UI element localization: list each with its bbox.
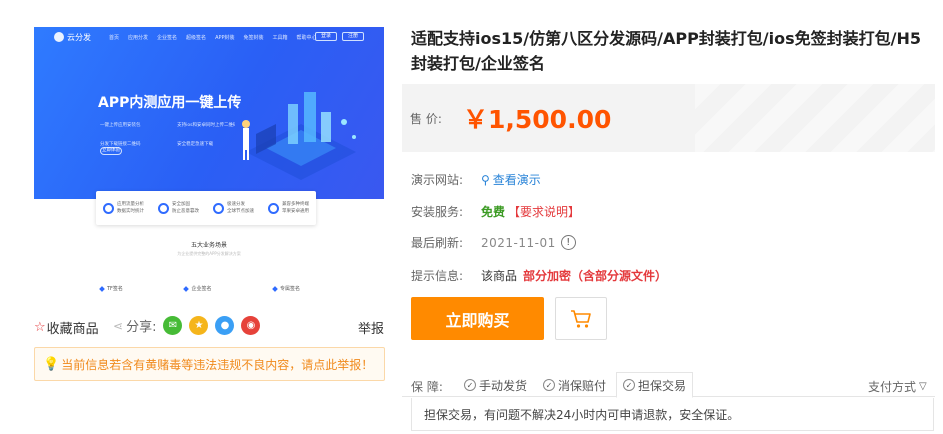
share-bar: ⋖ 分享: ✉ ★ ● ◉	[113, 316, 261, 335]
preview-card-sub: 数据实时统计	[117, 209, 144, 214]
guarantee-tag-label: 手动发货	[479, 378, 528, 393]
preview-feature: 一键上传应用安装包	[100, 123, 141, 128]
preview-card: 安全加固防止恶意篡改	[158, 201, 199, 215]
favorite-label: 收藏商品	[46, 322, 99, 337]
preview-nav-item: 企业签名	[157, 34, 178, 41]
preview-more-button: 立即体验	[100, 147, 122, 155]
install-value: 免费	[481, 205, 506, 219]
refresh-label: 最后刷新:	[411, 236, 464, 250]
star-icon: ☆	[34, 320, 46, 335]
report-link[interactable]: 举报	[358, 318, 384, 337]
favorite-button[interactable]: ☆ 收藏商品	[34, 318, 99, 337]
preview-nav-items: 首页 应用分发 企业签名 超级签名 APP封装 免签封装 工具箱 帮助中心	[109, 34, 326, 41]
hint-label: 提示信息:	[411, 269, 464, 283]
preview-brand: 云分发	[54, 32, 91, 43]
preview-login-button: 登录	[315, 32, 337, 41]
wechat-share-icon[interactable]: ✉	[163, 316, 183, 335]
preview-card-title: 极速分发	[227, 202, 245, 207]
hint-value: 部分加密（含部分源文件）	[523, 269, 668, 283]
preview-hero-title: APP内测应用一键上传	[98, 95, 242, 111]
price-value: ￥1,500.00	[463, 105, 612, 134]
preview-tab-label: 企业签名	[191, 286, 212, 292]
share-icon: ⋖	[113, 318, 124, 333]
product-title: 适配支持ios15/仿第八区分发源码/APP封装打包/ios免签封装打包/H5封…	[411, 29, 922, 73]
chevron-down-icon: ▽	[919, 381, 927, 392]
preview-hero-banner: 云分发 首页 应用分发 企业签名 超级签名 APP封装 免签封装 工具箱 帮助中…	[34, 27, 384, 199]
demo-row: 演示网站: ⚲ 查看演示	[411, 171, 541, 188]
guarantee-description: 担保交易，有问题不解决24小时内可申请退款，安全保证。	[411, 398, 934, 431]
preview-nav-item: 工具箱	[272, 34, 288, 41]
warning-text: 当前信息若含有黄赌毒等违法违规不良内容，请点此举报！	[61, 357, 374, 372]
weibo-share-icon[interactable]: ◉	[241, 316, 261, 335]
demo-link[interactable]: ⚲ 查看演示	[481, 171, 541, 188]
card-icon	[213, 202, 224, 214]
buy-now-button[interactable]: 立即购买	[411, 297, 544, 340]
preview-nav-item: 免签封装	[243, 34, 264, 41]
preview-card: 兼容多种终端 苹果安卓通用	[268, 201, 309, 215]
payment-method-label: 支付方式	[868, 380, 917, 394]
guarantee-tag-escrow[interactable]: ✓ 担保交易	[616, 372, 694, 398]
qq-share-icon[interactable]: ●	[215, 316, 235, 335]
preview-section-subtitle: 为企业提供完整的APP分发解决方案	[177, 251, 241, 256]
preview-nav-item: 首页	[109, 34, 120, 41]
lightbulb-icon: 💡	[43, 356, 60, 372]
refresh-row: 最后刷新: 2021-11-01 !	[411, 234, 576, 251]
brand-logo-icon	[54, 32, 64, 42]
preview-nav-item: 应用分发	[128, 34, 149, 41]
install-row: 安装服务: 免费 【要求说明】	[411, 203, 580, 220]
payment-method-dropdown[interactable]: 支付方式 ▽	[868, 378, 927, 395]
guarantee-tag-label: 消保赔付	[558, 378, 607, 393]
preview-register-button: 注册	[342, 32, 364, 41]
preview-tab: 专属签名	[272, 285, 300, 292]
guarantee-tag-label: 担保交易	[638, 378, 687, 393]
card-icon	[268, 202, 279, 214]
install-note-link[interactable]: 【要求说明】	[508, 203, 580, 220]
guarantee-label: 保 障:	[411, 380, 443, 394]
preview-nav-item: 超级签名	[186, 34, 207, 41]
preview-card-sub: 苹果安卓通用	[282, 209, 309, 214]
preview-feature-cards: 应用流量分析 数据实时统计 安全加固防止恶意篡改 极速分发全球节点加速 兼容多种终…	[96, 191, 316, 225]
info-icon[interactable]: !	[560, 235, 576, 250]
preview-navbar: 云分发 首页 应用分发 企业签名 超级签名 APP封装 免签封装 工具箱 帮助中…	[34, 27, 384, 47]
preview-card: 应用流量分析 数据实时统计	[103, 201, 144, 215]
hint-row: 提示信息: 该商品 部分加密（含部分源文件）	[411, 267, 667, 284]
report-warning-banner[interactable]: 💡 当前信息若含有黄赌毒等违法违规不良内容，请点此举报！	[34, 347, 385, 381]
preview-nav-item: APP封装	[215, 34, 235, 41]
refresh-date: 2021-11-01	[481, 235, 556, 250]
preview-card-title: 应用流量分析	[117, 202, 144, 207]
preview-tab: TF签名	[99, 285, 123, 292]
price-label: 售 价:	[410, 112, 442, 126]
demo-label: 演示网站:	[411, 173, 464, 187]
check-icon: ✓	[464, 379, 476, 391]
preview-card: 极速分发全球节点加速	[213, 201, 254, 215]
preview-tab: 企业签名	[183, 285, 212, 292]
check-icon: ✓	[543, 379, 555, 391]
preview-card-title: 安全加固	[172, 202, 190, 207]
preview-card-sub: 全球节点加速	[227, 209, 254, 214]
preview-card-sub: 防止恶意篡改	[172, 209, 199, 214]
cart-icon	[571, 309, 591, 328]
preview-card-title: 兼容多种终端	[282, 202, 309, 207]
preview-tabs: TF签名 企业签名 专属签名	[99, 285, 300, 292]
isometric-illustration-icon	[242, 92, 356, 180]
search-icon: ⚲	[481, 172, 490, 187]
guarantee-tag-manual-delivery[interactable]: ✓ 手动发货	[464, 372, 527, 398]
demo-link-text: 查看演示	[492, 173, 541, 187]
preview-tab-label: 专属签名	[279, 286, 300, 292]
product-preview-image[interactable]: 云分发 首页 应用分发 企业签名 超级签名 APP封装 免签封装 工具箱 帮助中…	[34, 27, 384, 300]
install-label: 安装服务:	[411, 205, 464, 219]
preview-tab-label: TF签名	[107, 286, 123, 292]
guarantee-tag-compensation[interactable]: ✓ 消保赔付	[543, 372, 606, 398]
qzone-share-icon[interactable]: ★	[189, 316, 209, 335]
preview-section-title: 五大业务场景	[190, 242, 227, 249]
share-label: 分享:	[126, 320, 157, 335]
check-icon: ✓	[623, 379, 635, 391]
preview-nav-item: 帮助中心	[296, 34, 317, 41]
card-icon	[158, 202, 169, 214]
hint-prefix: 该商品	[481, 269, 518, 283]
card-icon	[103, 202, 114, 214]
add-to-cart-button[interactable]	[555, 297, 607, 340]
preview-brand-name: 云分发	[67, 32, 91, 42]
